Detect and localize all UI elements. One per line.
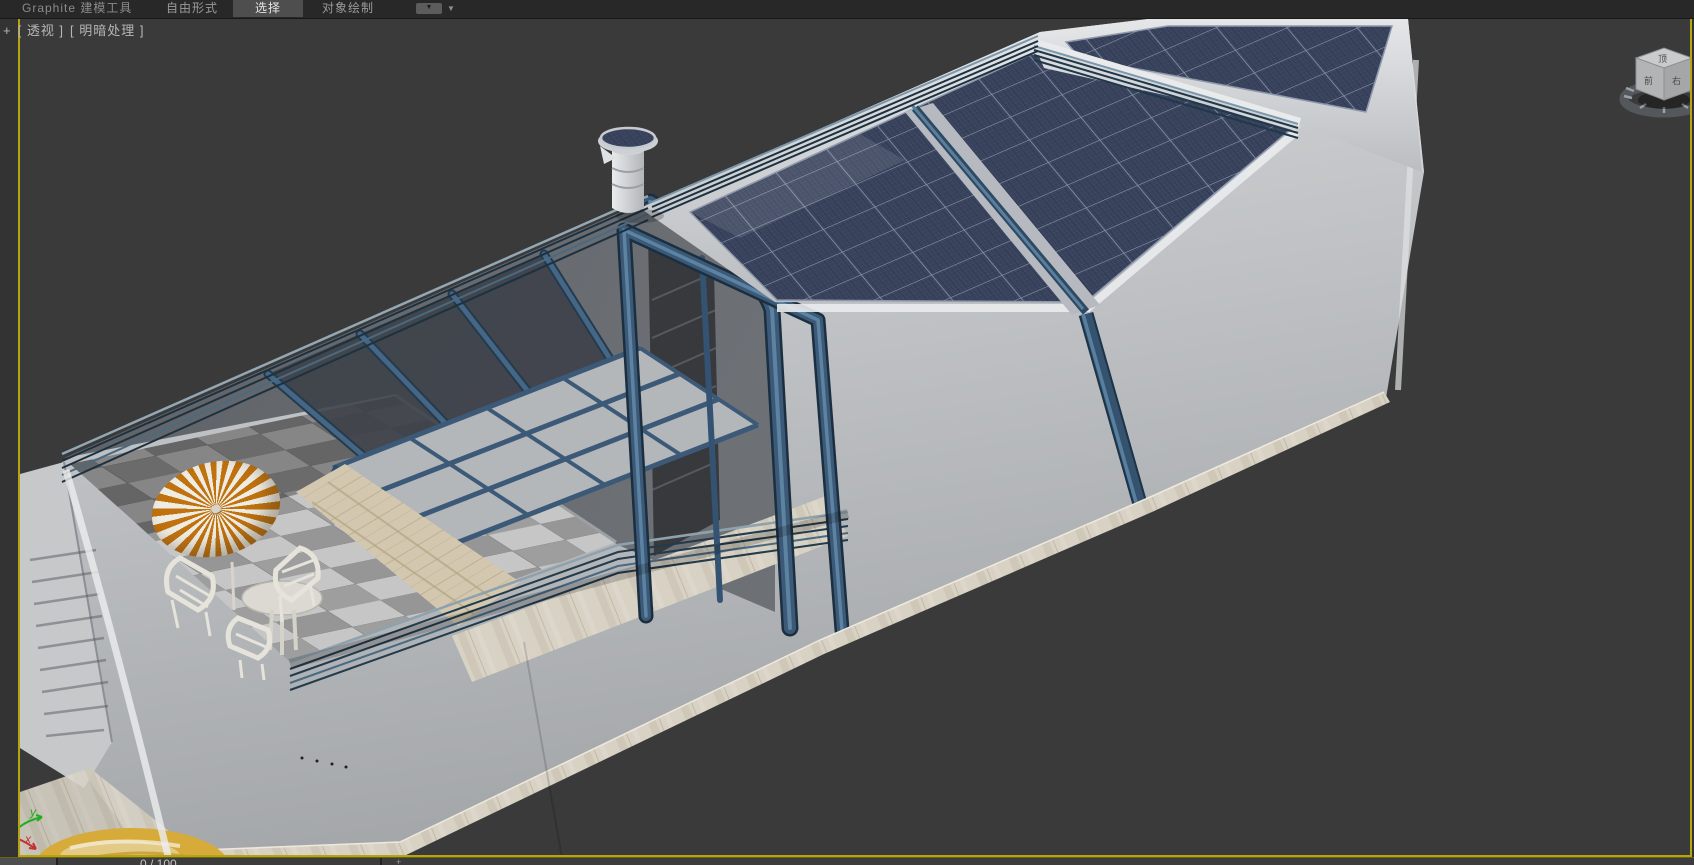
ribbon-collapse-button[interactable]: ▼: [416, 3, 442, 14]
chevron-down-icon[interactable]: ▼: [447, 4, 455, 13]
viewport-canvas[interactable]: y x 顶 前 右: [19, 18, 1691, 856]
viewport-label: + [ 透视 ] [ 明暗处理 ]: [3, 20, 151, 39]
viewport-shading-menu[interactable]: [ 明暗处理 ]: [70, 23, 144, 38]
umbrella-cap: [210, 504, 222, 514]
ribbon-tab-graphite[interactable]: Graphite 建模工具: [22, 0, 132, 17]
application-window: Graphite 建模工具 自由形式 选择 对象绘制 ▼ ▼ + [ 透视 ] [ …: [0, 0, 1694, 865]
viewcube-top-label: 顶: [1658, 54, 1667, 64]
viewport-view-menu[interactable]: [ 透视 ]: [18, 23, 64, 38]
ribbon-tab-freeform[interactable]: 自由形式: [166, 0, 218, 17]
viewport-menu-plus[interactable]: +: [3, 23, 12, 38]
trackbar-divider: [380, 858, 382, 865]
axis-x-label: x: [24, 832, 32, 846]
viewcube-front-label: 前: [1644, 75, 1653, 86]
frame-counter: 0 / 100: [140, 858, 177, 865]
trackbar-plus-mark: +: [396, 858, 401, 865]
axis-y-label: y: [29, 805, 37, 819]
trackbar[interactable]: 0 / 100 +: [0, 857, 1694, 865]
ribbon-tab-selection[interactable]: 选择: [233, 0, 303, 17]
time-slider-handle[interactable]: [0, 858, 58, 865]
ribbon-tab-object-paint[interactable]: 对象绘制: [322, 0, 374, 17]
ribbon-bar: Graphite 建模工具 自由形式 选择 对象绘制 ▼ ▼: [0, 0, 1694, 19]
viewcube-right-label: 右: [1672, 75, 1681, 86]
